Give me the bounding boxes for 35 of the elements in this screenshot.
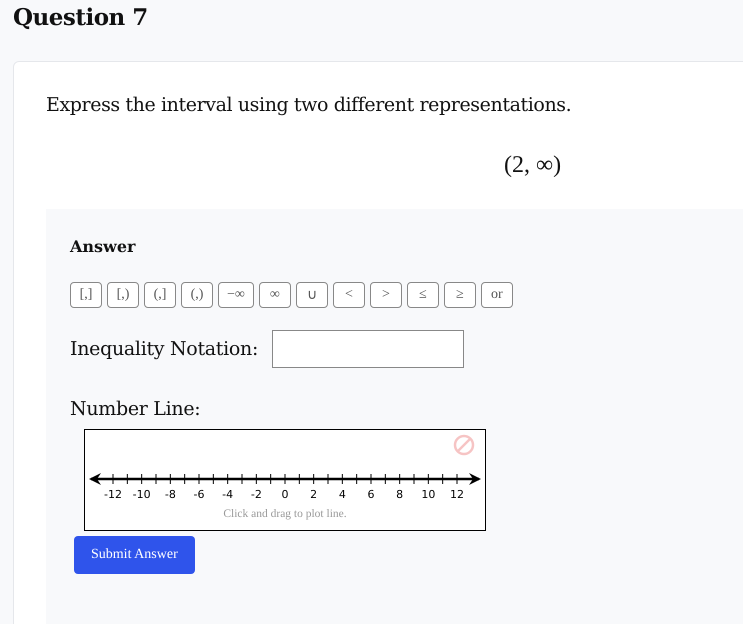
symbol-key[interactable]: [,]: [70, 282, 102, 308]
symbol-key[interactable]: (,): [181, 282, 213, 308]
symbol-key[interactable]: >: [370, 282, 402, 308]
tick-label: -12: [104, 488, 122, 501]
tick-label: 4: [338, 488, 346, 501]
answer-title: Answer: [70, 237, 137, 256]
symbol-key[interactable]: ≤: [406, 282, 439, 308]
number-line-label: Number Line:: [70, 398, 200, 420]
tick-label: 0: [282, 488, 288, 501]
tick-label: 8: [396, 488, 404, 501]
symbol-key[interactable]: ≥: [444, 282, 476, 308]
inequality-label: Inequality Notation:: [70, 338, 258, 360]
number-line-hint: Click and drag to plot line.: [222, 508, 348, 520]
tick-label: 10: [421, 488, 436, 501]
tick-label: -4: [222, 488, 234, 501]
tick-label: -10: [132, 488, 151, 501]
interval-expression: (2, ∞): [504, 152, 562, 179]
symbol-key[interactable]: (,]: [144, 282, 176, 308]
question-title: Question 7: [13, 4, 149, 31]
symbol-key[interactable]: ∪: [296, 282, 328, 308]
symbol-key[interactable]: <: [332, 282, 365, 308]
submit-button[interactable]: Submit Answer: [74, 536, 195, 574]
inequality-field[interactable]: [272, 330, 464, 368]
symbol-key[interactable]: ∞: [258, 282, 291, 308]
tick-label: -8: [164, 488, 176, 501]
tick-label: 6: [368, 488, 374, 501]
question-prompt: Express the interval using two different representations.: [46, 94, 572, 116]
tick-label: -6: [194, 488, 204, 501]
symbol-key[interactable]: [,): [107, 282, 139, 308]
tick-label: 12: [450, 488, 464, 501]
symbol-key[interactable]: −∞: [218, 282, 254, 308]
tick-label: -2: [250, 488, 262, 501]
tick-label: 2: [310, 488, 318, 501]
number-line-area[interactable]: -12 -10 -8 -6 -4 -2 0 2 4 6 8 10 12 Click and drag to plot line.: [84, 429, 486, 531]
symbol-key[interactable]: or: [480, 282, 513, 308]
